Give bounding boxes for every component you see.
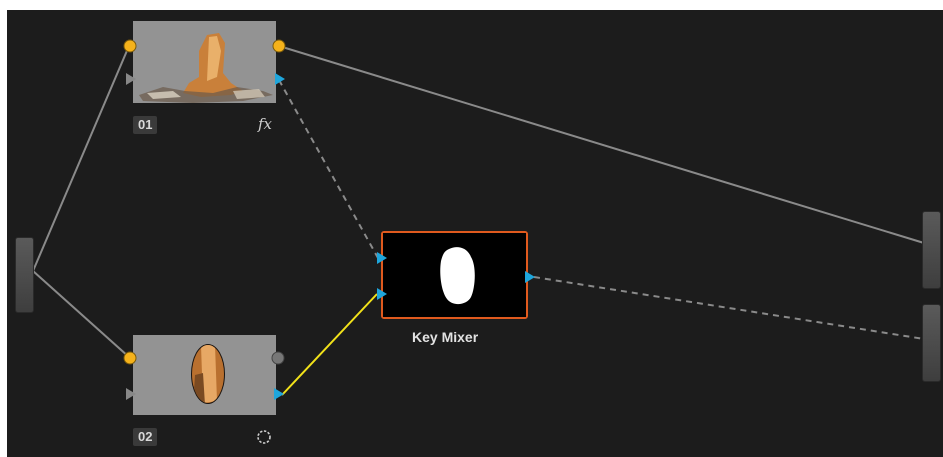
node-01-rgb-input-port[interactable] — [123, 39, 137, 53]
node-01-key-output-port[interactable] — [274, 72, 286, 86]
wire-mixer-to-output[interactable] — [533, 276, 925, 340]
node-02-key-output-port[interactable] — [273, 387, 285, 401]
node-02-number-badge: 02 — [133, 428, 158, 446]
circle-mask-icon — [257, 430, 271, 444]
node-02[interactable] — [133, 335, 276, 415]
node-02-rgb-input-port[interactable] — [123, 351, 137, 365]
node-02-key-input-port[interactable] — [125, 387, 137, 401]
key-mixer-output-port[interactable] — [524, 270, 536, 284]
key-mixer-node[interactable] — [381, 231, 528, 319]
wire-source-to-01[interactable] — [32, 45, 130, 272]
source-input-handle[interactable] — [15, 237, 34, 313]
output-rgb-handle[interactable] — [922, 211, 941, 289]
key-mixer-input-2-port[interactable] — [376, 287, 388, 301]
node-01-number-badge: 01 — [133, 116, 158, 134]
key-mixer-label: Key Mixer — [412, 329, 479, 345]
node-01[interactable] — [133, 21, 276, 103]
node-01-key-input-port[interactable] — [125, 72, 137, 86]
output-key-handle[interactable] — [922, 304, 941, 382]
fx-icon: fx — [258, 115, 273, 133]
node-editor-canvas[interactable]: 01 fx 02 Key Mixer — [7, 10, 943, 457]
node-01-thumbnail — [133, 21, 276, 103]
key-mixer-input-1-port[interactable] — [376, 251, 388, 265]
node-02-rgb-output-port[interactable] — [271, 351, 285, 365]
node-02-thumbnail — [133, 335, 276, 415]
wire-01-to-output[interactable] — [278, 45, 925, 244]
wire-01-key-to-mixer[interactable] — [278, 79, 379, 259]
key-mixer-thumbnail — [383, 233, 526, 317]
wire-02-key-to-mixer[interactable] — [281, 293, 378, 396]
node-01-rgb-output-port[interactable] — [272, 39, 286, 53]
wire-source-to-02[interactable] — [32, 270, 130, 358]
